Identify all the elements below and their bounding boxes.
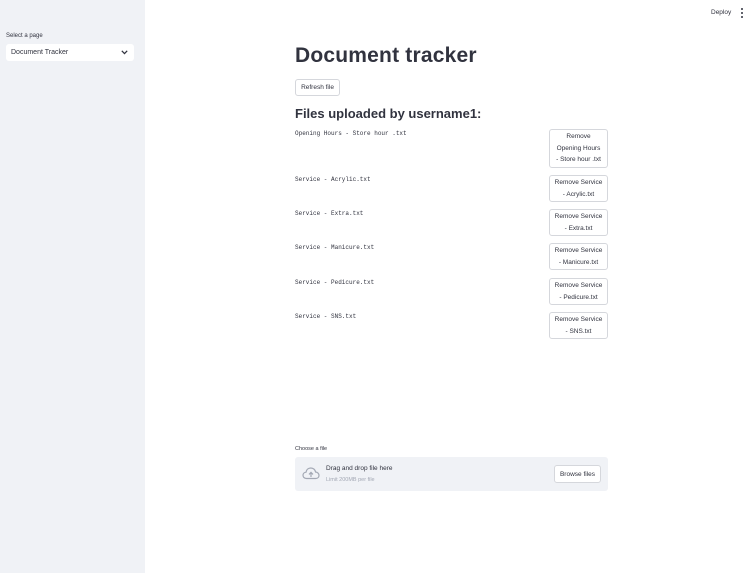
page-select[interactable]: Document Tracker	[6, 44, 134, 61]
page-select-label: Select a page	[6, 33, 43, 39]
sidebar: Select a page Document Tracker	[0, 0, 145, 573]
remove-button-line: - SNS.txt	[565, 327, 592, 335]
page-select-value: Document Tracker	[11, 49, 69, 56]
remove-file-button[interactable]: Remove Service - Extra.txt	[549, 209, 608, 236]
file-uploader-label: Choose a file	[295, 446, 328, 452]
file-name: Service - Manicure.txt	[295, 244, 375, 251]
deploy-button[interactable]: Deploy	[711, 9, 731, 16]
remove-file-button[interactable]: Remove Service - Pedicure.txt	[549, 278, 608, 305]
remove-file-button[interactable]: Remove Service - Acrylic.txt	[549, 175, 608, 202]
drop-instruction: Drag and drop file here	[326, 465, 393, 472]
file-dropzone[interactable]: Drag and drop file here Limit 200MB per …	[295, 457, 608, 491]
remove-file-button[interactable]: Remove Opening Hours - Store hour .txt	[549, 129, 608, 168]
remove-button-line: Remove Service	[554, 316, 603, 323]
remove-button-line: - Store hour .txt	[556, 156, 601, 163]
remove-button-line: - Manicure.txt	[558, 258, 599, 266]
file-name: Opening Hours - Store hour .txt	[295, 130, 407, 137]
chevron-down-icon	[120, 49, 128, 57]
upload-limit-text: Limit 200MB per file	[326, 477, 375, 483]
file-name: Service - Extra.txt	[295, 210, 364, 217]
page-title: Document tracker	[295, 44, 477, 67]
remove-button-line: - Pedicure.txt	[559, 293, 598, 301]
main-menu-icon[interactable]	[740, 8, 744, 18]
remove-button-line: Remove Service	[554, 179, 603, 186]
cloud-upload-icon	[302, 466, 320, 481]
remove-button-line: Remove Service	[554, 213, 603, 220]
browse-files-button[interactable]: Browse files	[554, 465, 601, 483]
remove-button-line: Remove	[566, 133, 591, 140]
refresh-file-button[interactable]: Refresh file	[295, 79, 340, 96]
remove-button-line: Opening Hours	[556, 144, 601, 152]
file-name: Service - Pedicure.txt	[295, 279, 375, 286]
remove-button-line: - Acrylic.txt	[562, 190, 595, 198]
files-heading: Files uploaded by username1:	[295, 106, 482, 121]
remove-file-button[interactable]: Remove Service - Manicure.txt	[549, 243, 608, 270]
remove-button-line: - Extra.txt	[564, 224, 593, 232]
remove-button-line: Remove Service	[554, 247, 603, 254]
remove-file-button[interactable]: Remove Service - SNS.txt	[549, 312, 608, 339]
remove-button-line: Remove Service	[554, 282, 603, 289]
file-name: Service - Acrylic.txt	[295, 176, 371, 183]
file-name: Service - SNS.txt	[295, 313, 357, 320]
